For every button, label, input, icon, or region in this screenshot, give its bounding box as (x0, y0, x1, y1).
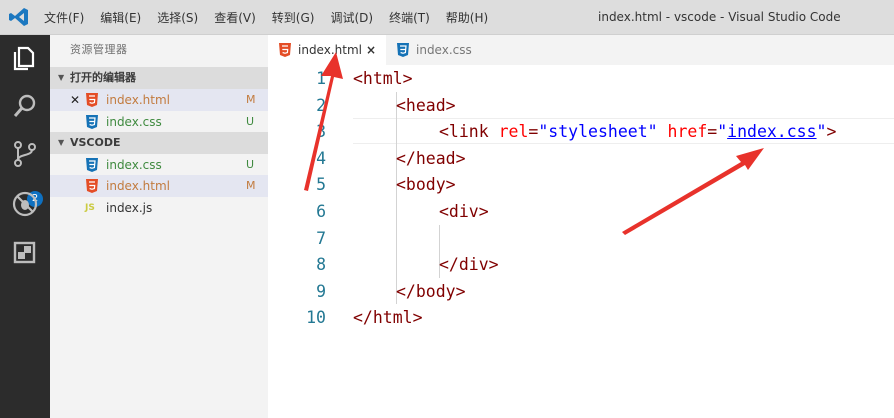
file-name: index.html (106, 179, 170, 193)
open-editor-item-index-css[interactable]: index.css U (50, 111, 268, 133)
vscode-logo-icon (9, 8, 28, 26)
attr-token: href (667, 122, 708, 142)
code-line-9: 9 </body> (268, 279, 894, 306)
file-name: index.js (106, 201, 153, 215)
menu-selection[interactable]: 选择(S) (157, 9, 198, 26)
tab-index-css[interactable]: index.css (386, 35, 496, 65)
menu-view[interactable]: 查看(V) (214, 9, 256, 26)
sidebar-title: 资源管理器 (70, 43, 128, 56)
code-editor[interactable]: 1 <html> 2 <head> 3 <link rel="styleshee… (268, 65, 894, 418)
tab-index-html[interactable]: index.html × (268, 35, 386, 65)
explorer-icon[interactable] (10, 43, 40, 73)
menu-goto[interactable]: 转到(G) (272, 9, 315, 26)
string-token: " (717, 122, 728, 142)
code-text: <div> (439, 202, 489, 221)
string-token: "stylesheet" (538, 122, 658, 142)
git-status: M (246, 179, 256, 192)
line-number: 1 (316, 69, 326, 88)
html5-icon (279, 43, 291, 57)
line-number: 5 (316, 175, 326, 195)
attr-token: rel (498, 122, 529, 142)
caret-down-icon: ▼ (58, 138, 65, 147)
line-number: 10 (306, 308, 326, 328)
code-text: </div> (439, 255, 499, 275)
tag-token: > (826, 122, 837, 142)
explorer-sidebar: 资源管理器 ▼ 打开的编辑器 ✕ index.html M index.css … (50, 35, 268, 418)
activity-bar: 2 (0, 35, 50, 418)
open-editors-header[interactable]: ▼ 打开的编辑器 (50, 67, 268, 89)
code-line-7: 7 (268, 226, 894, 253)
caret-down-icon: ▼ (58, 73, 65, 82)
tab-label: index.css (416, 43, 472, 57)
eq-token: = (707, 122, 718, 142)
css3-icon (86, 158, 98, 172)
line-number: 3 (316, 122, 326, 142)
file-item-index-html[interactable]: index.html M (50, 175, 268, 197)
line-number: 8 (316, 255, 326, 275)
open-editors-label: 打开的编辑器 (70, 71, 136, 84)
code-line-1: 1 <html> (268, 66, 894, 93)
menu-help[interactable]: 帮助(H) (446, 9, 488, 26)
file-name: index.css (106, 158, 162, 172)
source-control-icon[interactable] (10, 139, 40, 169)
code-text: <head> (396, 95, 456, 115)
extensions-icon[interactable] (10, 237, 40, 267)
file-name: index.html (106, 93, 170, 107)
code-line-5: 5 <body> (268, 172, 894, 199)
code-line-10: 10 </html> (268, 305, 894, 332)
title-bar: 文件(F) 编辑(E) 选择(S) 查看(V) 转到(G) 调试(D) 终端(T… (0, 0, 894, 35)
code-text: </body> (396, 281, 466, 301)
folder-header-vscode[interactable]: ▼ VSCODE (50, 132, 268, 154)
code-line-6: 6 <div> (268, 199, 894, 226)
js-icon: JS (85, 203, 95, 213)
code-line-3: 3 <link rel="stylesheet" href="index.css… (268, 119, 894, 146)
git-status: U (246, 158, 255, 171)
file-item-index-css[interactable]: index.css U (50, 154, 268, 176)
tag-token: <link (439, 122, 499, 142)
search-icon[interactable] (10, 91, 40, 121)
file-name: index.css (106, 115, 162, 129)
code-text: </html> (353, 308, 423, 328)
file-item-index-js[interactable]: JS index.js (50, 197, 268, 219)
css3-icon (86, 115, 98, 129)
menu-bar: 文件(F) 编辑(E) 选择(S) 查看(V) 转到(G) 调试(D) 终端(T… (44, 0, 504, 35)
line-number: 2 (316, 95, 326, 115)
tab-close-icon[interactable]: × (366, 35, 376, 65)
menu-edit[interactable]: 编辑(E) (100, 9, 141, 26)
menu-debug[interactable]: 调试(D) (330, 9, 373, 26)
debug-icon[interactable] (10, 189, 40, 219)
editor-tab-bar: index.html × index.css (268, 35, 894, 65)
eq-token: = (528, 122, 539, 142)
code-line-4: 4 </head> (268, 146, 894, 173)
git-status: U (246, 115, 255, 128)
line-number: 4 (316, 148, 326, 168)
code-line-8: 8 </div> (268, 252, 894, 279)
window-title: index.html - vscode - Visual Studio Code (598, 10, 841, 24)
tab-label: index.html (298, 43, 362, 57)
html5-icon (86, 93, 98, 107)
href-link[interactable]: index.css (727, 122, 816, 141)
line-number: 7 (316, 228, 326, 248)
code-text: <link rel="stylesheet" href="index.css"> (439, 119, 836, 146)
html5-icon (86, 179, 98, 193)
line-number: 9 (316, 281, 326, 301)
git-status: M (246, 93, 256, 106)
css3-icon (397, 43, 409, 57)
line-number: 6 (316, 202, 326, 221)
code-text: </head> (396, 148, 466, 168)
folder-label: VSCODE (70, 136, 121, 149)
code-text: <html> (353, 69, 413, 88)
open-editor-item-index-html[interactable]: ✕ index.html M (50, 89, 268, 111)
string-token: " (816, 122, 827, 142)
code-line-2: 2 <head> (268, 93, 894, 120)
menu-file[interactable]: 文件(F) (44, 9, 84, 26)
menu-terminal[interactable]: 终端(T) (389, 9, 430, 26)
close-icon[interactable]: ✕ (70, 89, 80, 111)
code-text: <body> (396, 175, 456, 195)
